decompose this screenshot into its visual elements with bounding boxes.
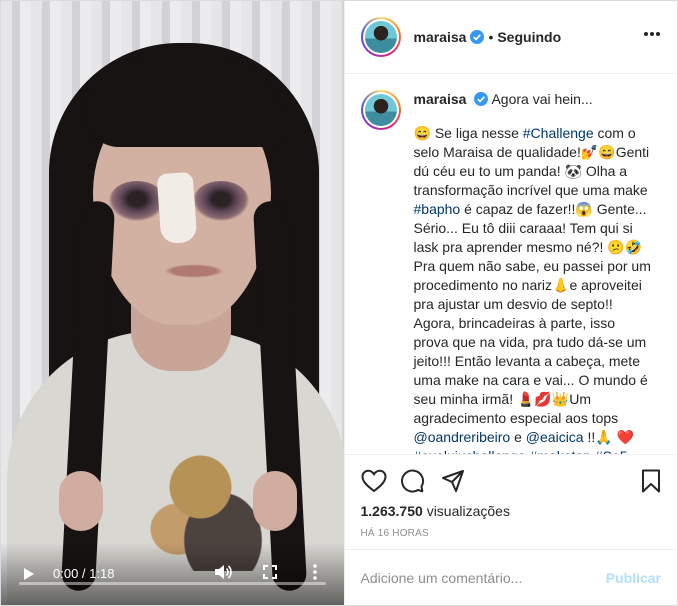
video-progress-bar[interactable] bbox=[19, 582, 326, 585]
caption-avatar[interactable] bbox=[360, 90, 401, 130]
mouth bbox=[159, 263, 229, 279]
comment-input[interactable] bbox=[360, 569, 606, 586]
heart-icon[interactable] bbox=[360, 469, 387, 493]
caption-username[interactable]: maraisa bbox=[414, 91, 467, 107]
caption-link[interactable]: #Challenge bbox=[523, 125, 594, 141]
add-comment-bar: Publicar bbox=[344, 549, 677, 605]
left-hand bbox=[59, 471, 103, 531]
avatar[interactable] bbox=[360, 17, 401, 57]
caption-segment: e bbox=[510, 429, 526, 445]
caption-segment: é capaz de fazer!!😱 Gente... Sério... Eu… bbox=[413, 201, 655, 426]
header-username[interactable]: maraisa bbox=[414, 29, 467, 45]
play-icon[interactable] bbox=[24, 568, 34, 580]
comment-icon[interactable] bbox=[400, 469, 425, 493]
verified-icon bbox=[470, 30, 485, 44]
post-header: maraisa • Seguindo bbox=[344, 1, 677, 74]
header-separator: • bbox=[488, 29, 494, 45]
following-button[interactable]: Seguindo bbox=[497, 29, 561, 45]
bookmark-icon[interactable] bbox=[641, 469, 661, 493]
volume-icon[interactable] bbox=[214, 564, 232, 580]
video-time: 0:00 / 1:18 bbox=[53, 566, 115, 581]
share-icon[interactable] bbox=[441, 469, 465, 493]
video-controls: 0:00 / 1:18 bbox=[1, 543, 344, 605]
view-count[interactable]: 1.263.750 visualizações bbox=[361, 503, 510, 519]
fullscreen-icon[interactable] bbox=[263, 565, 277, 579]
caption-link[interactable]: #bapho bbox=[414, 201, 461, 217]
caption-text: 😄 Se liga nesse #Challenge com o selo Ma… bbox=[414, 124, 654, 454]
caption-link[interactable]: @eaicica bbox=[526, 429, 584, 445]
right-hand bbox=[253, 471, 297, 531]
hair-fringe bbox=[85, 57, 281, 147]
caption-segment: !!🙏 bbox=[583, 429, 617, 445]
post-timestamp[interactable]: HÁ 16 HORAS bbox=[361, 528, 429, 539]
caption-segment: ❤️ bbox=[616, 429, 638, 445]
verified-icon bbox=[474, 92, 489, 106]
post-actions: 1.263.750 visualizações HÁ 16 HORAS Publ… bbox=[344, 454, 677, 605]
post-dialog: 0:00 / 1:18 maraisa • Seguindo maraisa A… bbox=[0, 0, 678, 606]
nose-bandage bbox=[156, 171, 198, 245]
publish-button[interactable]: Publicar bbox=[606, 570, 661, 586]
caption-comment: maraisa Agora vai hein... 😄 Se liga ness… bbox=[360, 90, 662, 454]
caption-segment: 😄 Se liga nesse bbox=[413, 125, 523, 141]
post-panel: maraisa • Seguindo maraisa Agora vai hei… bbox=[343, 1, 678, 605]
video-frame bbox=[1, 1, 344, 605]
caption-link[interactable]: @oandreribeiro bbox=[414, 429, 511, 445]
video-player[interactable]: 0:00 / 1:18 bbox=[1, 1, 344, 605]
comments-area[interactable]: maraisa Agora vai hein... 😄 Se liga ness… bbox=[345, 74, 678, 454]
more-icon[interactable] bbox=[643, 31, 661, 37]
video-more-icon[interactable] bbox=[313, 564, 317, 580]
caption-first-line: Agora vai hein... bbox=[491, 91, 593, 107]
right-eye-bruise bbox=[193, 181, 249, 221]
